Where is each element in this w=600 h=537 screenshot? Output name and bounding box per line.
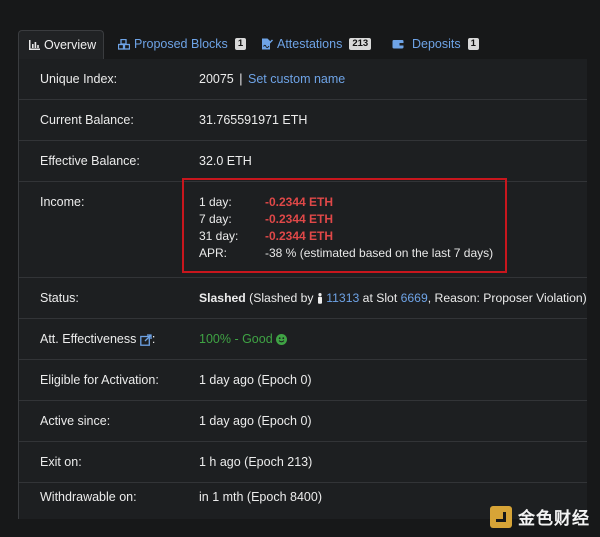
current-balance-label: Current Balance: <box>40 113 134 127</box>
file-signature-icon <box>262 38 273 50</box>
att-effectiveness-label-text: Att. Effectiveness <box>40 332 137 346</box>
cubes-icon <box>118 38 130 50</box>
income-row: Income: 1 day: -0.2344 ETH 7 day: -0.2344 … <box>19 182 587 278</box>
tab-proposed-blocks-label: Proposed Blocks <box>134 37 228 51</box>
active-since-label: Active since: <box>40 414 111 428</box>
eligible-value: 1 day ago (Epoch 0) <box>199 373 312 387</box>
tab-attestations-label: Attestations <box>277 37 343 51</box>
unique-index-label: Unique Index: <box>40 72 118 86</box>
att-effectiveness-text: 100% - Good <box>199 332 273 346</box>
exit-on-value: 1 h ago (Epoch 213) <box>199 455 313 469</box>
set-custom-name-link[interactable]: Set custom name <box>248 72 345 86</box>
wallet-icon <box>392 40 404 49</box>
slot-link[interactable]: 6669 <box>401 291 428 305</box>
att-effectiveness-value: 100% - Good <box>199 332 288 346</box>
status-value: Slashed (Slashed by 11313 at Slot 6669, … <box>199 291 587 305</box>
person-icon <box>317 293 322 305</box>
income-apr: APR: -38 % (estimated based on the last 7… <box>199 246 493 260</box>
overview-panel: Unique Index: 20075 | Set custom name Cu… <box>18 59 587 519</box>
eligible-label: Eligible for Activation: <box>40 373 159 387</box>
external-link-icon[interactable] <box>139 334 152 346</box>
income-label: Income: <box>40 195 85 209</box>
tab-overview-label: Overview <box>44 38 97 52</box>
withdrawable-label: Withdrawable on: <box>40 490 137 504</box>
smile-icon <box>276 334 288 346</box>
att-effectiveness-label: Att. Effectiveness : <box>40 332 155 346</box>
active-since-value: 1 day ago (Epoch 0) <box>199 414 312 428</box>
income-amount: -0.2344 ETH <box>265 212 334 226</box>
tab-attestations[interactable]: Attestations 213 <box>261 30 372 58</box>
effective-balance-label: Effective Balance: <box>40 154 140 168</box>
att-effectiveness-row: Att. Effectiveness : 100% - Good <box>19 319 587 360</box>
status-slashed: Slashed <box>199 291 246 305</box>
tab-deposits[interactable]: Deposits 1 <box>392 30 479 58</box>
apr-value: -38 % <box>265 246 297 260</box>
unique-index-separator: | <box>239 72 243 86</box>
active-since-row: Active since: 1 day ago (Epoch 0) <box>19 401 587 442</box>
exit-on-label: Exit on: <box>40 455 82 469</box>
income-7-day: 7 day: -0.2344 ETH <box>199 212 333 226</box>
watermark-text: 金色财经 <box>518 509 590 528</box>
tab-overview[interactable]: Overview <box>18 30 104 60</box>
effective-balance-value: 32.0 ETH <box>199 154 252 168</box>
eligible-row: Eligible for Activation: 1 day ago (Epoc… <box>19 360 587 401</box>
apr-note: (estimated based on the last 7 days) <box>299 246 494 260</box>
status-slashed-by-text: (Slashed by <box>249 291 314 305</box>
income-amount: -0.2344 ETH <box>265 229 334 243</box>
unique-index-row: Unique Index: 20075 | Set custom name <box>19 59 587 100</box>
watermark: 金色财经 <box>490 504 590 529</box>
attestations-count-badge: 213 <box>349 38 372 50</box>
tab-proposed-blocks[interactable]: Proposed Blocks 1 <box>118 30 247 58</box>
income-period: 31 day: <box>199 229 239 243</box>
income-period: 1 day: <box>199 195 232 209</box>
income-31-day: 31 day: -0.2344 ETH <box>199 229 333 243</box>
current-balance-value: 31.765591971 ETH <box>199 113 308 127</box>
status-at-slot-text: at Slot <box>362 291 398 305</box>
unique-index-number: 20075 <box>199 72 234 86</box>
status-row: Status: Slashed (Slashed by 11313 at Slo… <box>19 278 587 319</box>
status-label: Status: <box>40 291 79 305</box>
watermark-logo-icon <box>490 505 512 528</box>
effective-balance-row: Effective Balance: 32.0 ETH <box>19 141 587 182</box>
att-effectiveness-colon: : <box>151 332 156 346</box>
deposits-count-badge: 1 <box>467 38 479 50</box>
tab-deposits-label: Deposits <box>412 37 461 51</box>
exit-on-row: Exit on: 1 h ago (Epoch 213) <box>19 442 587 483</box>
validator-tabs: Overview Proposed Blocks 1 Attestations … <box>18 30 586 60</box>
income-amount: -0.2344 ETH <box>265 195 334 209</box>
proposed-blocks-count-badge: 1 <box>234 38 247 50</box>
income-1-day: 1 day: -0.2344 ETH <box>199 195 333 209</box>
apr-label: APR: <box>199 246 228 260</box>
slasher-validator-link[interactable]: 11313 <box>326 291 359 305</box>
chart-bar-icon <box>29 40 40 50</box>
income-period: 7 day: <box>199 212 232 226</box>
withdrawable-value: in 1 mth (Epoch 8400) <box>199 490 322 504</box>
status-reason-text: , Reason: Proposer Violation) <box>427 291 587 305</box>
unique-index-value: 20075 | Set custom name <box>199 72 345 86</box>
current-balance-row: Current Balance: 31.765591971 ETH <box>19 100 587 141</box>
